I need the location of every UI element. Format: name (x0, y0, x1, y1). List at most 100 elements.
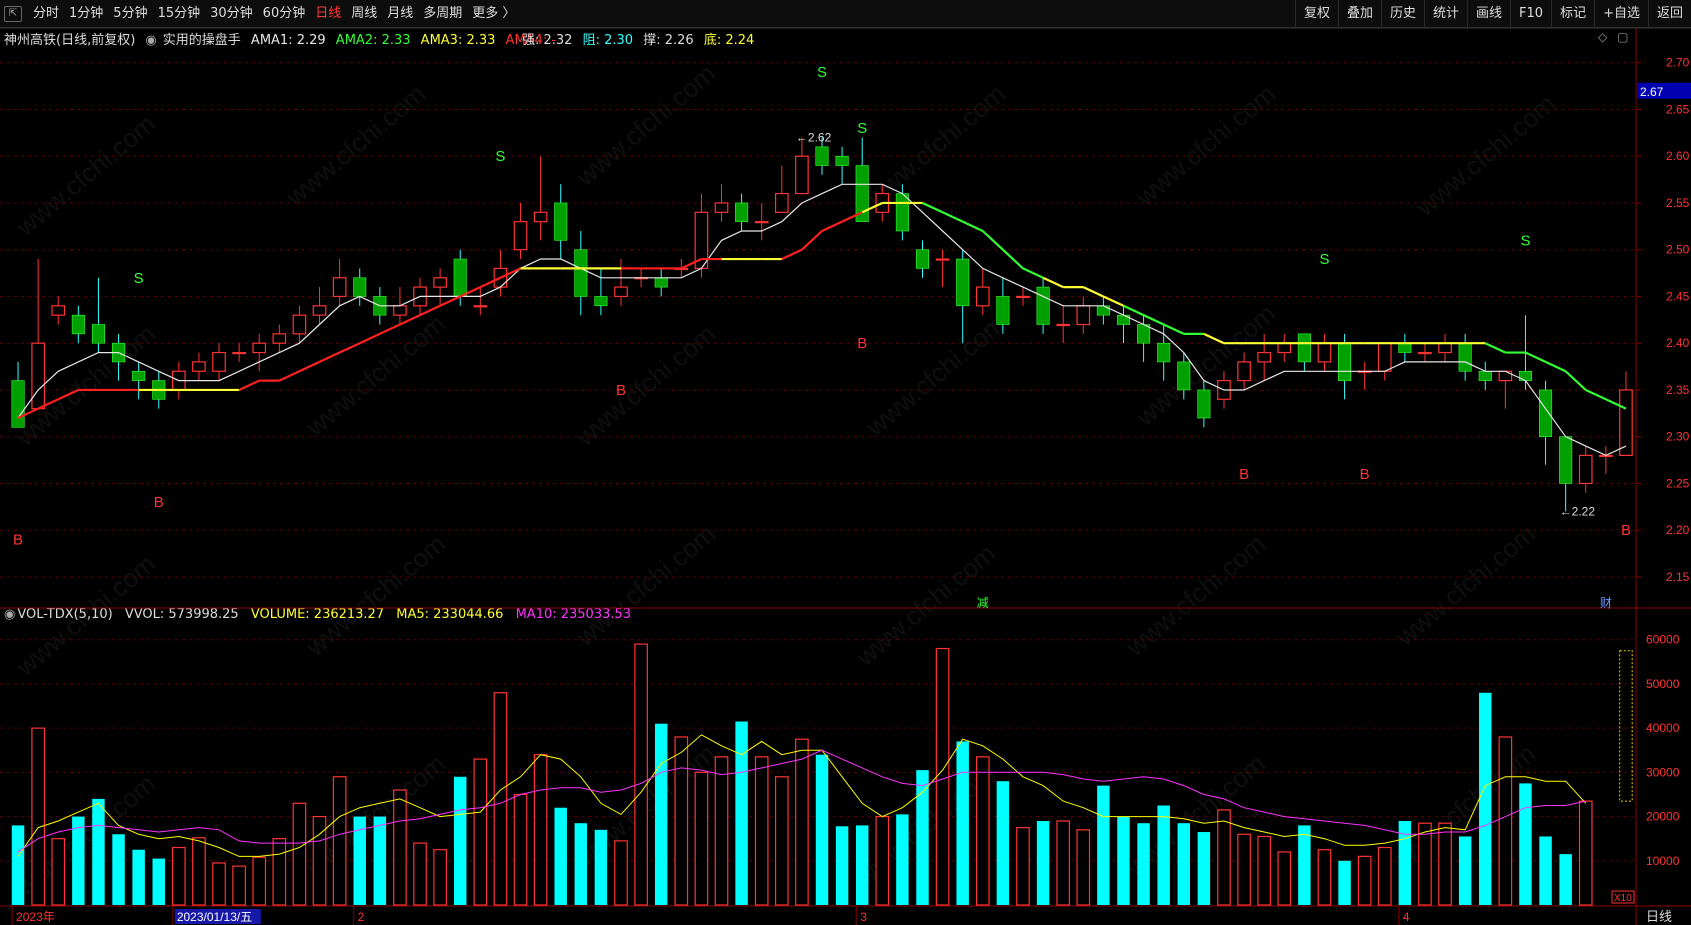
candle-body (614, 286, 628, 298)
price-tick-label: 2.55 (1666, 196, 1690, 210)
price-tick-label: 2.50 (1666, 243, 1690, 257)
ama-slow-segment (1002, 248, 1024, 270)
candle-body (1016, 295, 1030, 299)
volume-bar (1097, 785, 1110, 905)
candle-body (212, 351, 226, 372)
chart-canvas[interactable]: 2.70 2.65 2.60 2.55 2.50 2.45 2.40 2.35 2.30 2.25… (0, 0, 1691, 925)
candle-body (1237, 361, 1251, 382)
volume-bar (1298, 825, 1311, 905)
x-axis-label: 2023年 (16, 910, 55, 924)
ama-slow-segment (922, 201, 944, 214)
volume-bar (1177, 823, 1191, 905)
ama-slow-segment (439, 295, 461, 307)
ama-slow-segment (399, 314, 421, 326)
volume-bar (1458, 836, 1472, 905)
ama-slow-segment (319, 351, 341, 363)
volume-bar (1157, 805, 1170, 905)
price-tick-label: 2.60 (1666, 149, 1690, 163)
projected-volume-bar (1619, 650, 1633, 802)
volume-bar (896, 814, 909, 905)
candle-body (132, 370, 146, 381)
period-tag: 日线 (1646, 910, 1672, 925)
volume-bar (554, 807, 567, 905)
price-tick-label: 2.40 (1666, 336, 1690, 350)
volume-bar (172, 846, 186, 906)
candle-body (292, 314, 307, 335)
candle-body (1438, 342, 1452, 354)
volume-bar (1317, 849, 1332, 906)
volume-bar (634, 643, 648, 906)
volume-bar (1277, 851, 1292, 906)
volume-bar (1237, 833, 1251, 906)
ama-slow-segment (1163, 323, 1185, 335)
volume-bar (493, 692, 508, 906)
volume-bar (1257, 835, 1272, 906)
ama-slow-segment (1545, 360, 1567, 373)
volume-bar (1539, 836, 1552, 905)
candle-body (1277, 342, 1292, 354)
volume-bar (513, 793, 528, 906)
volume-bar (1559, 854, 1572, 905)
candle-body (433, 277, 447, 288)
candle-body (71, 314, 85, 335)
price-tick-label: 2.15 (1666, 570, 1690, 584)
candle-body (915, 249, 930, 269)
candle-body (252, 342, 267, 354)
ama-slow-segment (1524, 351, 1547, 363)
current-price-tag: 2.67 (1640, 85, 1664, 99)
candle-body (835, 155, 849, 166)
volume-bar (735, 721, 748, 905)
buy-signal: B (154, 494, 164, 511)
candle-body (774, 193, 789, 213)
candle-body (1297, 333, 1311, 363)
event-mark: 财 (1600, 596, 1612, 610)
volume-bar (614, 840, 628, 906)
volume-bar (916, 770, 929, 905)
volume-bar (112, 834, 125, 905)
ama-slow-segment (57, 388, 79, 401)
price-annotation: ←2.62 (796, 131, 832, 145)
price-tick-label: 2.45 (1666, 289, 1690, 303)
candle-body (1056, 323, 1071, 327)
price-tick-label: 2.35 (1666, 383, 1690, 397)
volume-bar (11, 825, 25, 905)
volume-bar (292, 802, 307, 906)
volume-bar (956, 741, 969, 905)
volume-tick-label: 10000 (1646, 854, 1680, 868)
volume-bar (1217, 809, 1231, 906)
buy-signal: B (13, 532, 23, 549)
volume-bar (1056, 820, 1071, 906)
event-mark: 减 (977, 596, 989, 610)
volume-bar (1137, 823, 1150, 905)
candle-body (735, 202, 749, 222)
volume-bar (935, 647, 950, 906)
volume-bar (51, 838, 66, 906)
candle-body (654, 277, 668, 288)
price-tick-label: 2.65 (1666, 102, 1690, 116)
volume-bar (815, 754, 829, 905)
volume-bar (1498, 736, 1513, 906)
candle-body (996, 296, 1010, 325)
volume-bar (373, 816, 387, 905)
volume-bar (473, 758, 488, 906)
candle-body (31, 342, 45, 410)
volume-bar (795, 738, 809, 906)
candle-body (393, 305, 407, 316)
x-axis-label: 2 (358, 910, 365, 924)
ama-slow-segment (1203, 332, 1225, 345)
candle-body (1478, 370, 1492, 381)
candle-body (91, 324, 105, 344)
candle-body (1377, 342, 1392, 372)
volume-bar (212, 862, 226, 906)
ama-slow-segment (1564, 370, 1587, 391)
x-axis-label: 4 (1403, 910, 1410, 924)
ama-slow-segment (359, 332, 381, 345)
sell-signal: S (857, 120, 867, 137)
candle-body (1076, 305, 1091, 326)
price-tick-label: 2.20 (1666, 523, 1690, 537)
candle-body (513, 221, 528, 251)
candle-body (554, 202, 568, 241)
volume-bar (192, 837, 206, 906)
volume-bar (453, 776, 467, 905)
ama-slow-segment (821, 220, 843, 232)
